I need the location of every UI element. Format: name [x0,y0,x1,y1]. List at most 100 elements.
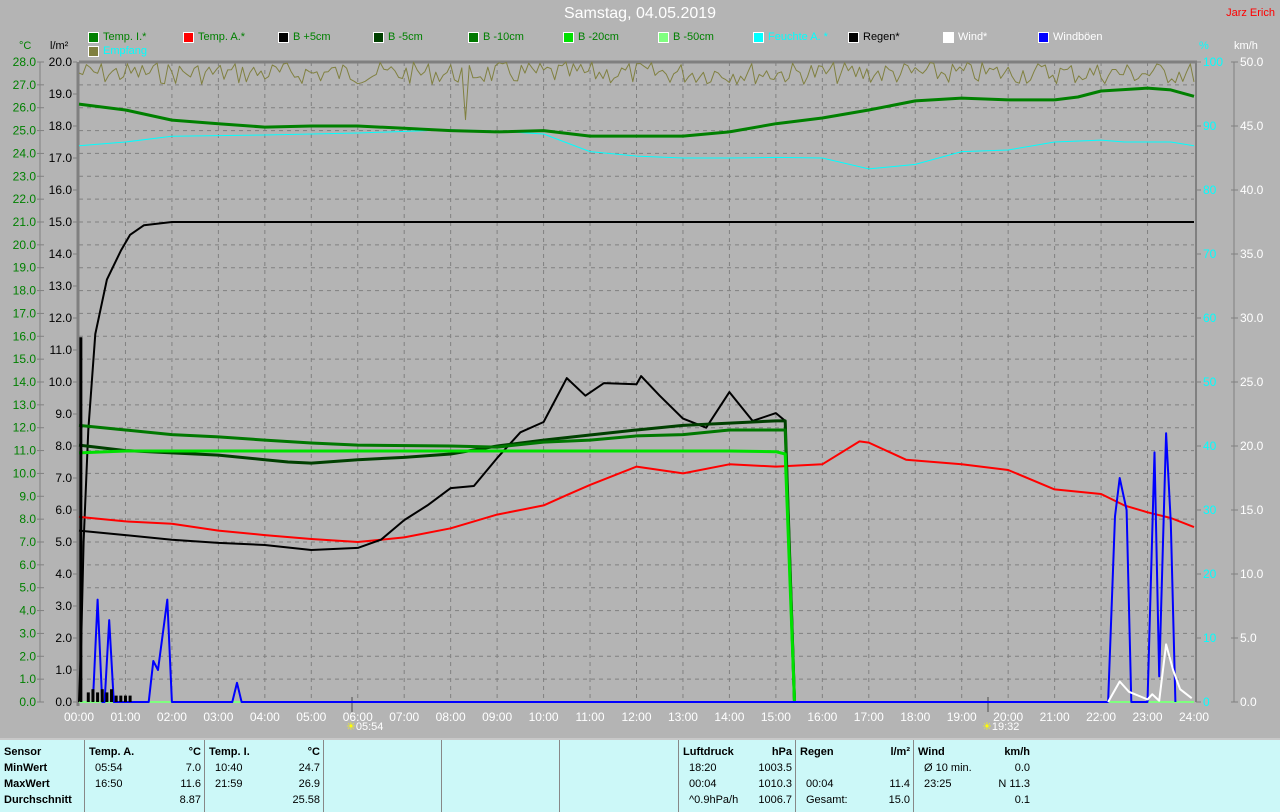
legend-item: B -50cm [658,31,714,43]
legend-swatch [658,31,669,43]
stats-row: MaxWert [4,778,80,793]
stats-row: 18:20 1003.5 [683,762,792,777]
series-wind [1107,643,1193,703]
legend-label: Regen* [863,31,900,43]
stats-row: Ø 10 min. 0.0 [918,762,1030,777]
temp-tick-label: 16.0 [13,329,37,343]
temp-tick-label: 8.0 [19,512,36,526]
stats-header-label: Sensor [4,746,42,758]
stats-row: 0.1 [918,794,1030,809]
legend-swatch [1038,31,1049,43]
hum-tick-label: 60 [1203,311,1217,325]
time-tick-label: 07:00 [389,710,419,724]
stats-header-unit: km/h [1004,746,1030,758]
time-tick-label: 08:00 [436,710,466,724]
legend-label: Temp. I.* [103,31,147,43]
time-tick-label: 03:00 [203,710,233,724]
legend-label: B -10cm [483,31,524,43]
stats-time [209,794,215,809]
stats-time: 23:25 [924,778,952,790]
stats-value: 15.0 [888,794,910,806]
stats-row: 21:59 26.9 [209,778,320,793]
stats-row: 00:04 1010.3 [683,778,792,793]
rain-unit: l/m² [50,40,69,52]
time-tick-label: 12:00 [621,710,651,724]
time-tick-label: 21:00 [1040,710,1070,724]
time-tick-label: 05:00 [296,710,326,724]
temp-tick-label: 4.0 [19,604,36,618]
stats-header: Luftdruck hPa [683,746,792,761]
temp-tick-label: 19.0 [13,261,37,275]
stats-header: Wind km/h [918,746,1030,761]
stats-time: 00:04 [806,778,834,790]
time-tick-label: 24:00 [1179,710,1209,724]
temp-tick-label: 5.0 [19,581,36,595]
chart-title: Samstag, 04.05.2019 [563,5,717,22]
time-tick-label: 14:00 [714,710,744,724]
sunset-icon: ☀ [982,721,992,733]
time-tick-label: 11:00 [575,710,604,724]
time-tick-label: 16:00 [807,710,837,724]
legend-item: B -5cm [373,31,423,43]
rain-tick-label: 14.0 [49,247,73,261]
stats-time: 00:04 [689,778,717,790]
hum-tick-label: 40 [1203,439,1217,453]
stats-time: 16:50 [95,778,123,790]
hum-tick-label: 10 [1203,631,1217,645]
stats-column-wind: Wind km/h Ø 10 min. 0.0 23:25 N 11.3 0.1 [913,740,1034,812]
rain-tick-label: 20.0 [49,55,73,69]
stats-value: 1006.7 [758,794,792,806]
stats-header-unit: hPa [771,746,792,758]
wind-tick-label: 5.0 [1240,631,1257,645]
wind-tick-label: 25.0 [1240,375,1264,389]
stats-column-regen: Regen l/m² 00:04 11.4 Gesamt: 15.0 [795,740,914,812]
temp-tick-label: 11.0 [14,444,37,458]
sunrise-icon: ☀ [346,721,356,733]
temp-tick-label: 14.0 [13,375,37,389]
rain-tick-label: 12.0 [49,311,73,325]
hum-tick-label: 20 [1203,567,1217,581]
temp-tick-label: 0.0 [19,695,36,709]
stats-column-empty [559,740,679,812]
time-tick-label: 04:00 [250,710,280,724]
stats-value: 0.0 [1014,762,1030,774]
stats-header-unit: l/m² [890,746,910,758]
legend-label: B -5cm [388,31,423,43]
legend-label: Wind* [958,31,988,43]
stats-value: 25.58 [292,794,320,806]
stats-header-label: Temp. A. [89,746,135,758]
hum-unit: % [1199,40,1209,52]
legend-swatch [753,31,764,43]
time-tick-label: 00:00 [64,710,94,724]
stats-column-empty [441,740,560,812]
series-b-10cm [78,423,796,703]
hum-tick-label: 0 [1203,695,1210,709]
wind-tick-label: 10.0 [1240,567,1264,581]
stats-time [89,794,95,809]
stats-header-label: Luftdruck [683,746,734,758]
rain-tick-label: 2.0 [55,631,72,645]
stats-column-empty [323,740,442,812]
legend-label: B -50cm [673,31,714,43]
stats-value: 0.1 [1014,794,1030,806]
stats-value: N 11.3 [998,778,1030,790]
stats-time [800,762,806,777]
stats-time: ^0.9hPa/h [689,794,739,806]
stats-value: 1010.3 [758,778,792,790]
rain-tick-label: 0.0 [55,695,72,709]
temp-tick-label: 21.0 [13,215,37,229]
temp-tick-label: 22.0 [13,192,37,206]
sunrise-time: 05:54 [355,721,384,733]
wind-tick-label: 15.0 [1240,503,1264,517]
time-tick-label: 19:00 [947,710,977,724]
stats-row: ^0.9hPa/h 1006.7 [683,794,792,809]
time-tick-label: 15:00 [761,710,791,724]
stats-column-tempI: Temp. I. °C 10:40 24.7 21:59 26.9 25.58 [204,740,324,812]
legend-swatch [563,31,574,43]
wind-tick-label: 20.0 [1240,439,1264,453]
stats-row: MinWert [4,762,80,777]
temp-tick-label: 28.0 [13,55,37,69]
temp-tick-label: 20.0 [13,238,37,252]
hum-tick-label: 100 [1203,55,1223,69]
wind-unit: km/h [1234,40,1258,52]
